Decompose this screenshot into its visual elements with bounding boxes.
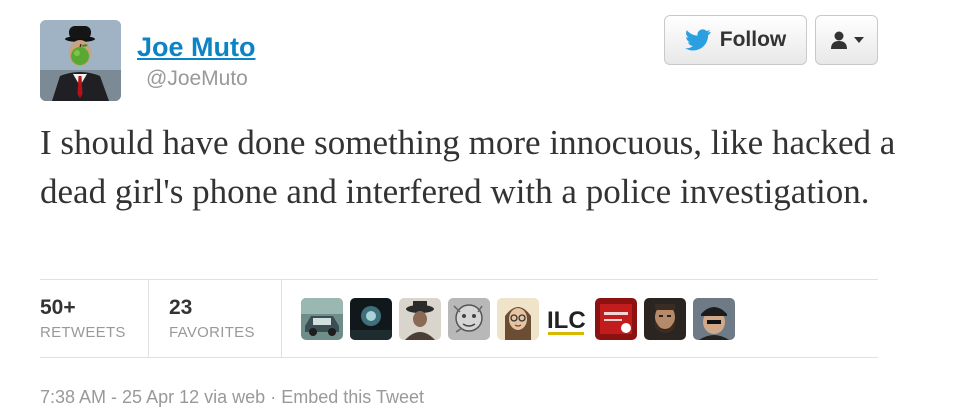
user-handle[interactable]: @JoeMuto: [146, 67, 248, 91]
favorites-label: FAVORITES: [169, 324, 255, 341]
user-avatar[interactable]: [40, 20, 121, 101]
retweets-stat[interactable]: 50+ RETWEETS: [40, 296, 126, 342]
avatar-ilc-logo[interactable]: ILC: [546, 298, 588, 340]
avatar-car[interactable]: [301, 298, 343, 340]
favorites-count: 23: [169, 296, 193, 319]
tweet-meta: 7:38 AM - 25 Apr 12 via web · Embed this…: [40, 387, 424, 408]
meta-separator: ·: [270, 387, 277, 407]
caret-down-icon: [853, 37, 864, 43]
follow-button-label: Follow: [719, 28, 787, 51]
user-name-link[interactable]: Joe Muto: [137, 31, 256, 63]
via-text: via: [204, 387, 228, 407]
via-source-link[interactable]: web: [232, 387, 265, 407]
ilc-logo-text: ILC: [547, 307, 586, 334]
follow-button[interactable]: Follow: [664, 15, 807, 65]
tweet-card: Joe Muto @JoeMuto Follow I should have d…: [0, 0, 980, 419]
retweets-label: RETWEETS: [40, 324, 126, 341]
embed-tweet-link[interactable]: Embed this Tweet: [281, 387, 424, 407]
stats-divider-top: [40, 279, 878, 280]
favoriter-avatars: ILC: [301, 298, 735, 340]
tweet-text: I should have done something more innocu…: [40, 123, 896, 211]
avatar-image: [40, 20, 121, 101]
stats-divider-bottom: [40, 357, 878, 358]
avatar-sketch[interactable]: [448, 298, 490, 340]
avatar-man-cap[interactable]: [693, 298, 735, 340]
avatar-red-book[interactable]: [595, 298, 637, 340]
tweet-timestamp-link[interactable]: 7:38 AM - 25 Apr 12: [40, 387, 199, 407]
user-icon: [830, 31, 847, 49]
avatar-portrait-glasses[interactable]: [497, 298, 539, 340]
avatar-bearded-man[interactable]: [644, 298, 686, 340]
twitter-bird-icon: [684, 29, 711, 51]
favorites-stat[interactable]: 23 FAVORITES: [169, 296, 255, 342]
stats-separator: [281, 280, 282, 357]
avatar-person-hat[interactable]: [399, 298, 441, 340]
retweets-count: 50+: [40, 296, 76, 319]
stats-separator: [148, 280, 149, 357]
user-actions-dropdown-button[interactable]: [815, 15, 878, 65]
avatar-dark-scene[interactable]: [350, 298, 392, 340]
